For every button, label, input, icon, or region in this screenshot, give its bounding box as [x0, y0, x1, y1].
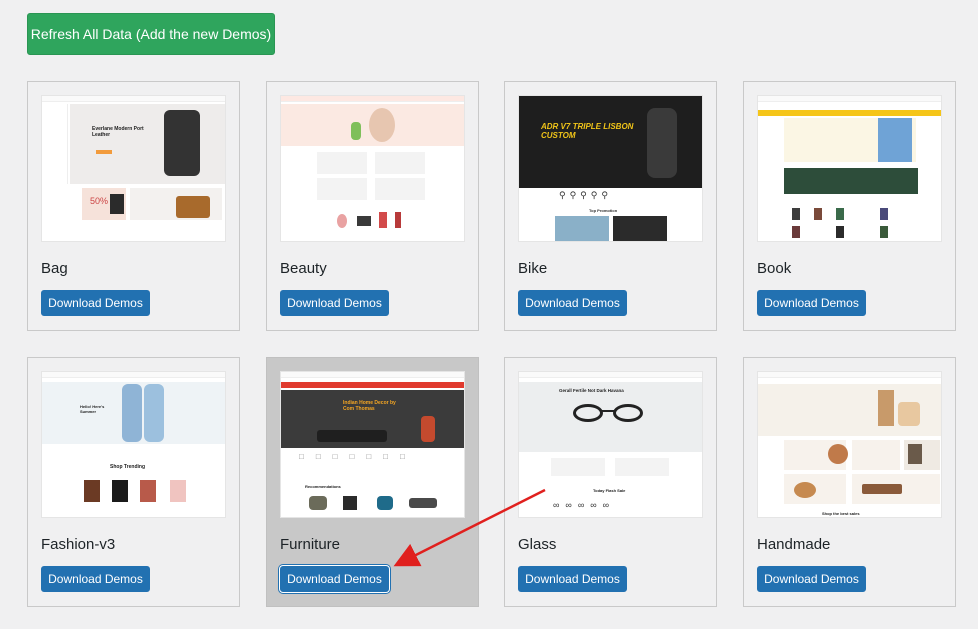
glass-section-text: Today Flash Sale — [593, 488, 626, 493]
furniture-demo-thumbnail[interactable]: Indian Home Decor by Com Thomas □□□□□□□ … — [280, 371, 465, 518]
handmade-section-text: Shop the best sales — [822, 511, 860, 516]
demo-card-handmade: Shop the best sales Handmade Download De… — [743, 357, 956, 607]
demo-card-furniture: Indian Home Decor by Com Thomas □□□□□□□ … — [266, 357, 479, 607]
handmade-demo-thumbnail[interactable]: Shop the best sales — [757, 371, 942, 518]
demo-card-fashion-v3: Hello! Here's Summer Shop Trending Fashi… — [27, 357, 240, 607]
glass-demo-thumbnail[interactable]: Gerall Fertile Not Dark Havana Today Fla… — [518, 371, 703, 518]
demo-title-furniture: Furniture — [280, 536, 341, 553]
demo-card-bike: ADR V7 TRIPLE LISBON CUSTOM ⚲⚲⚲⚲⚲ Top Pr… — [504, 81, 717, 331]
bike-banner-text: ADR V7 TRIPLE LISBON CUSTOM — [541, 122, 634, 140]
download-demos-button-glass[interactable]: Download Demos — [518, 566, 627, 592]
demo-title-glass: Glass — [518, 536, 557, 553]
furniture-section-text: Recommendations — [305, 484, 341, 489]
furniture-hero-text: Indian Home Decor by Com Thomas — [343, 400, 396, 412]
beauty-demo-thumbnail[interactable] — [280, 95, 465, 242]
download-demos-button-furniture[interactable]: Download Demos — [280, 566, 389, 592]
download-demos-button-bag[interactable]: Download Demos — [41, 290, 150, 316]
bag-sale-text: 50% — [90, 196, 109, 206]
fashion-hero-text: Hello! Here's Summer — [80, 404, 105, 414]
demo-card-book: Book Download Demos — [743, 81, 956, 331]
demo-title-beauty: Beauty — [280, 260, 327, 277]
fashion-section-text: Shop Trending — [110, 464, 145, 470]
bike-section-text: Top Promotion — [589, 208, 618, 213]
demo-title-handmade: Handmade — [757, 536, 831, 553]
download-demos-button-beauty[interactable]: Download Demos — [280, 290, 389, 316]
book-demo-thumbnail[interactable] — [757, 95, 942, 242]
download-demos-button-book[interactable]: Download Demos — [757, 290, 866, 316]
demo-title-book: Book — [757, 260, 792, 277]
bag-hero-text: Everlane Modern Port Leather — [92, 126, 144, 138]
demo-card-beauty: Beauty Download Demos — [266, 81, 479, 331]
demo-card-bag: Everlane Modern Port Leather 50% Bag Dow… — [27, 81, 240, 331]
demo-title-bag: Bag — [41, 260, 68, 277]
download-demos-button-bike[interactable]: Download Demos — [518, 290, 627, 316]
demo-title-fashion-v3: Fashion-v3 — [41, 536, 116, 553]
bag-demo-thumbnail[interactable]: Everlane Modern Port Leather 50% — [41, 95, 226, 242]
download-demos-button-fashion-v3[interactable]: Download Demos — [41, 566, 150, 592]
demo-title-bike: Bike — [518, 260, 548, 277]
fashion-v3-demo-thumbnail[interactable]: Hello! Here's Summer Shop Trending — [41, 371, 226, 518]
download-demos-button-handmade[interactable]: Download Demos — [757, 566, 866, 592]
refresh-all-data-button[interactable]: Refresh All Data (Add the new Demos) — [27, 13, 275, 55]
bike-demo-thumbnail[interactable]: ADR V7 TRIPLE LISBON CUSTOM ⚲⚲⚲⚲⚲ Top Pr… — [518, 95, 703, 242]
glass-hero-text: Gerall Fertile Not Dark Havana — [559, 388, 624, 393]
demo-card-glass: Gerall Fertile Not Dark Havana Today Fla… — [504, 357, 717, 607]
